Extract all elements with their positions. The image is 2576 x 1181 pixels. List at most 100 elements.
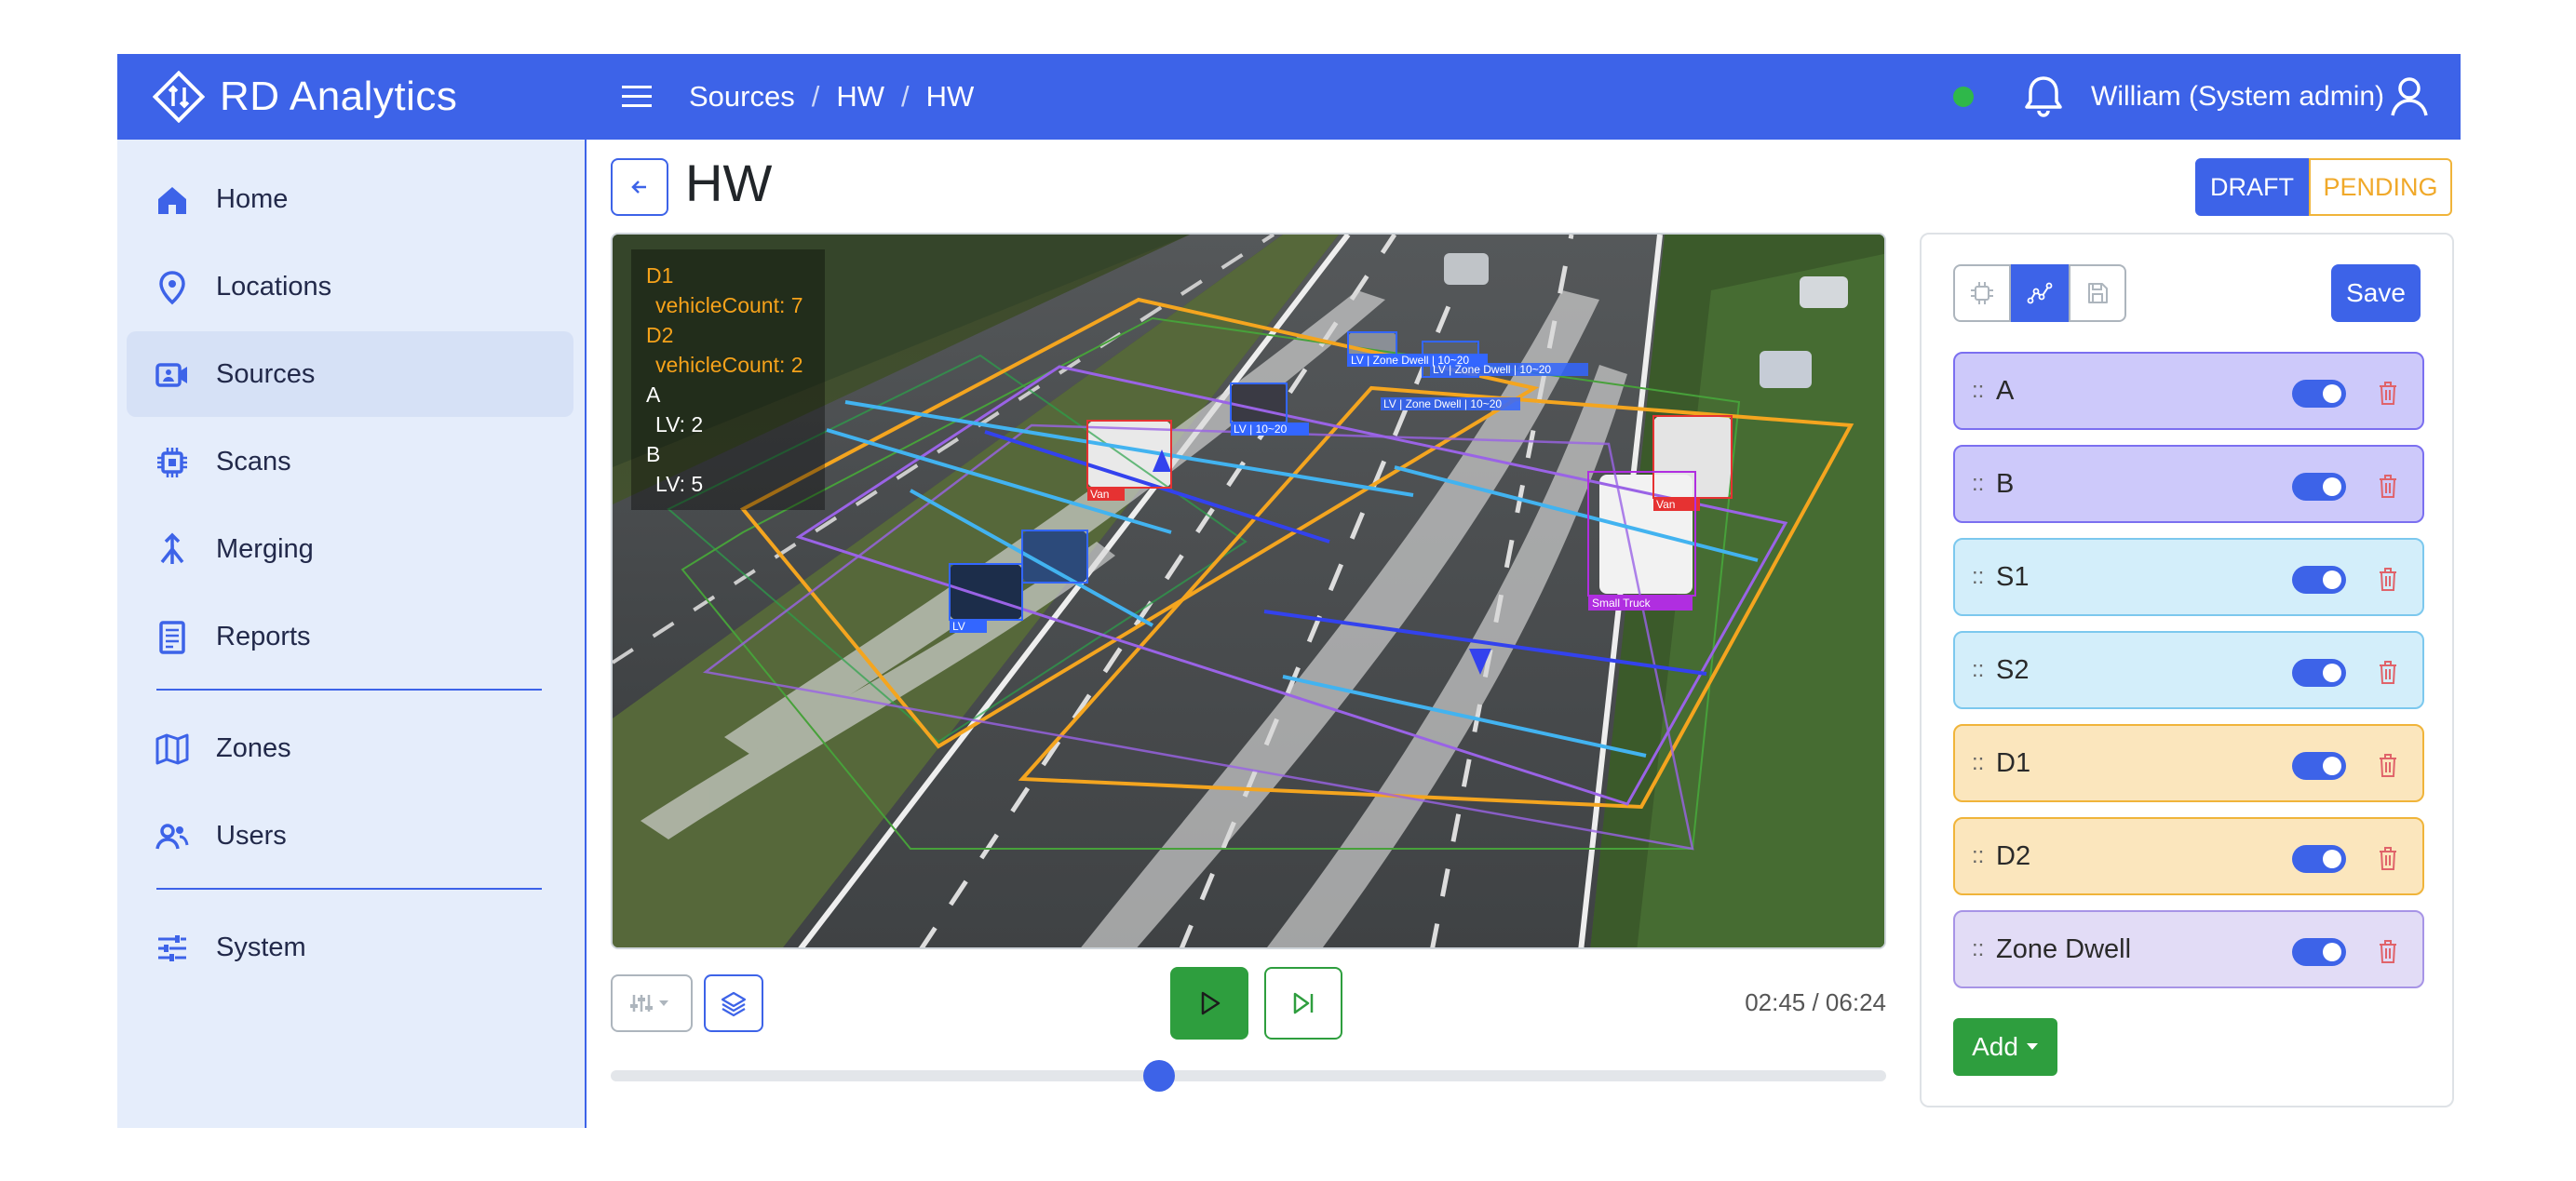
zone-name: D2 <box>1996 840 2031 871</box>
sidebar-item-sources[interactable]: Sources <box>127 331 573 417</box>
trash-icon[interactable] <box>2374 657 2402 687</box>
home-icon <box>158 187 186 214</box>
zone-item[interactable]: :: A <box>1953 352 2424 430</box>
detection-label: Van <box>1656 498 1675 511</box>
zone-item[interactable]: :: S2 <box>1953 631 2424 709</box>
arrow-left-icon <box>631 181 646 194</box>
zone-name: S2 <box>1996 654 2030 685</box>
draw-zone-tool-button[interactable] <box>2011 264 2069 322</box>
tool-group <box>1953 264 2126 322</box>
app-window: RD Analytics Sources / HW / HW William (… <box>117 54 2461 1128</box>
trash-icon[interactable] <box>2374 750 2402 780</box>
sidebar-item-zones[interactable]: Zones <box>127 705 573 791</box>
sidebar-item-label: Locations <box>216 271 332 302</box>
status-toggle-group: DRAFT PENDING <box>2195 158 2452 216</box>
report-icon <box>159 621 185 654</box>
zone-item[interactable]: :: D2 <box>1953 817 2424 895</box>
sidebar-item-scans[interactable]: Scans <box>127 419 573 504</box>
step-forward-button[interactable] <box>1264 967 1342 1040</box>
zone-stat-value: vehicleCount: 7 <box>655 293 803 317</box>
sidebar-divider <box>156 689 542 691</box>
playback-time: 02:45 / 06:24 <box>1745 988 1886 1016</box>
trash-icon[interactable] <box>2374 843 2402 873</box>
sidebar-item-merging[interactable]: Merging <box>127 506 573 592</box>
trash-icon[interactable] <box>2374 936 2402 966</box>
map-pin-icon <box>159 271 185 305</box>
adjustments-dropdown-button[interactable] <box>611 974 693 1032</box>
sidebar-item-label: Sources <box>216 358 316 389</box>
sidebar-item-reports[interactable]: Reports <box>127 594 573 679</box>
back-button[interactable] <box>611 158 668 216</box>
sidebar-item-label: Home <box>216 183 289 214</box>
add-zone-label: Add <box>1972 1032 2018 1061</box>
chip-icon <box>1971 282 1993 304</box>
trash-icon[interactable] <box>2374 378 2402 408</box>
playback-slider[interactable] <box>611 1060 1886 1092</box>
drag-handle-icon[interactable]: :: <box>1972 657 1984 683</box>
brand[interactable]: RD Analytics <box>153 54 457 140</box>
save-button[interactable]: Save <box>2331 264 2421 322</box>
drag-handle-icon[interactable]: :: <box>1972 564 1984 590</box>
zone-item[interactable]: :: D1 <box>1953 724 2424 802</box>
top-bar: RD Analytics Sources / HW / HW William (… <box>117 54 2461 140</box>
merge-icon <box>160 532 184 564</box>
sidebar-item-system[interactable]: System <box>127 905 573 990</box>
detection-label: LV | Zone Dwell | 10~20 <box>1383 397 1502 410</box>
polyline-icon <box>2027 282 2053 304</box>
video-camera-icon <box>155 363 187 387</box>
zone-name: Zone Dwell <box>1996 933 2132 964</box>
pending-status-button[interactable]: PENDING <box>2309 158 2452 216</box>
zone-toggle[interactable] <box>2292 659 2346 687</box>
slider-thumb[interactable] <box>1143 1060 1176 1092</box>
drag-handle-icon[interactable]: :: <box>1972 378 1984 404</box>
trash-icon[interactable] <box>2374 564 2402 594</box>
zone-item[interactable]: :: B <box>1953 445 2424 523</box>
sliders-icon <box>158 935 186 961</box>
sidebar-item-label: System <box>216 932 306 962</box>
drag-handle-icon[interactable]: :: <box>1972 471 1984 497</box>
play-button[interactable] <box>1170 967 1248 1040</box>
zone-name: B <box>1996 468 2015 499</box>
zone-item[interactable]: :: S1 <box>1953 538 2424 616</box>
sidebar-item-label: Merging <box>216 533 314 564</box>
zone-toggle[interactable] <box>2292 473 2346 501</box>
zone-stat-name: B <box>646 442 661 466</box>
drag-handle-icon[interactable]: :: <box>1972 936 1984 962</box>
breadcrumb-sources[interactable]: Sources <box>689 80 795 114</box>
caret-down-icon <box>2026 1043 2038 1050</box>
sidebar-item-locations[interactable]: Locations <box>127 244 573 329</box>
zone-item[interactable]: :: Zone Dwell <box>1953 910 2424 988</box>
sidebar-item-home[interactable]: Home <box>127 156 573 242</box>
zone-toggle[interactable] <box>2292 845 2346 873</box>
sidebar-item-label: Reports <box>216 621 311 651</box>
drag-handle-icon[interactable]: :: <box>1972 750 1984 776</box>
zone-toggle[interactable] <box>2292 566 2346 594</box>
breadcrumb-location[interactable]: HW <box>836 80 884 114</box>
zone-stat-name: D2 <box>646 323 674 347</box>
zone-name: D1 <box>1996 747 2031 778</box>
detection-label: Van <box>1090 488 1109 501</box>
zone-name: A <box>1996 375 2015 406</box>
zone-stat-name: D1 <box>646 263 674 288</box>
breadcrumb-current: HW <box>925 80 975 113</box>
breadcrumb-separator: / <box>901 80 910 113</box>
zone-toggle[interactable] <box>2292 380 2346 408</box>
trash-icon[interactable] <box>2374 471 2402 501</box>
zone-toggle[interactable] <box>2292 938 2346 966</box>
add-zone-dropdown-button[interactable]: Add <box>1953 1018 2057 1076</box>
drag-handle-icon[interactable]: :: <box>1972 843 1984 869</box>
save-snapshot-tool-button[interactable] <box>2069 264 2126 322</box>
video-player[interactable]: Van Van Small Truck LV | 10~20 LV | Zone… <box>611 233 1886 949</box>
breadcrumb: Sources / HW / HW <box>689 54 974 140</box>
user-avatar-icon[interactable] <box>2383 71 2435 123</box>
brand-name: RD Analytics <box>220 74 458 119</box>
slider-track[interactable] <box>611 1070 1886 1081</box>
sidebar-item-users[interactable]: Users <box>127 793 573 879</box>
user-name[interactable]: William (System admin) <box>2091 54 2384 140</box>
processor-tool-button[interactable] <box>1953 264 2011 322</box>
draft-status-button[interactable]: DRAFT <box>2195 158 2309 216</box>
zone-toggle[interactable] <box>2292 752 2346 780</box>
notification-bell-icon[interactable] <box>2016 69 2070 123</box>
hamburger-menu-icon[interactable] <box>616 76 657 117</box>
layers-button[interactable] <box>704 974 763 1032</box>
